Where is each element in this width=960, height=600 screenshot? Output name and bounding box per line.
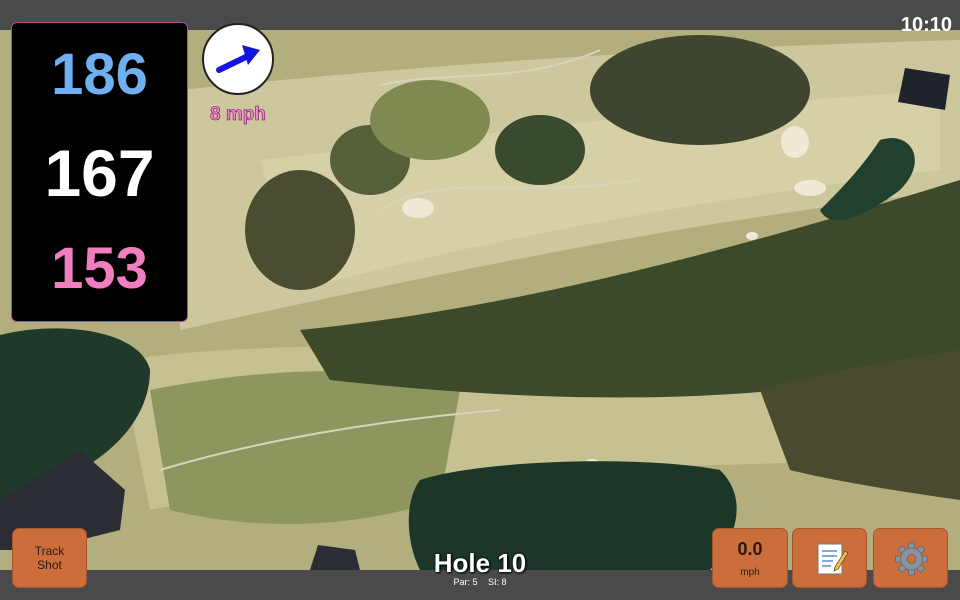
hole-stroke-index: SI: 8 xyxy=(488,577,507,587)
speed-value: 0.0 xyxy=(737,539,763,559)
hole-info: Par: 5 SI: 8 xyxy=(380,577,580,587)
track-shot-label-line1: Track xyxy=(34,544,65,558)
track-shot-label-line2: Shot xyxy=(37,558,62,572)
speed-unit: mph xyxy=(740,567,760,578)
clock: 10:10 xyxy=(900,14,952,36)
distance-panel: 186 167 153 xyxy=(11,22,188,322)
center-distance: 167 xyxy=(44,136,155,210)
gear-icon xyxy=(895,542,928,576)
wind-arrow-icon xyxy=(216,45,260,73)
track-shot-button[interactable]: Track Shot xyxy=(12,528,87,588)
hole-title: Hole 10 xyxy=(433,548,527,578)
back-distance: 186 xyxy=(51,42,148,107)
wind-speed: 8 mph xyxy=(210,104,267,126)
settings-button[interactable] xyxy=(873,528,948,588)
front-distance: 153 xyxy=(51,236,148,301)
notepad-icon xyxy=(817,543,849,575)
speed-button[interactable]: 0.0 mph xyxy=(712,528,788,588)
notes-button[interactable] xyxy=(792,528,867,588)
wind-indicator xyxy=(202,23,274,95)
hole-par: Par: 5 xyxy=(453,577,478,587)
